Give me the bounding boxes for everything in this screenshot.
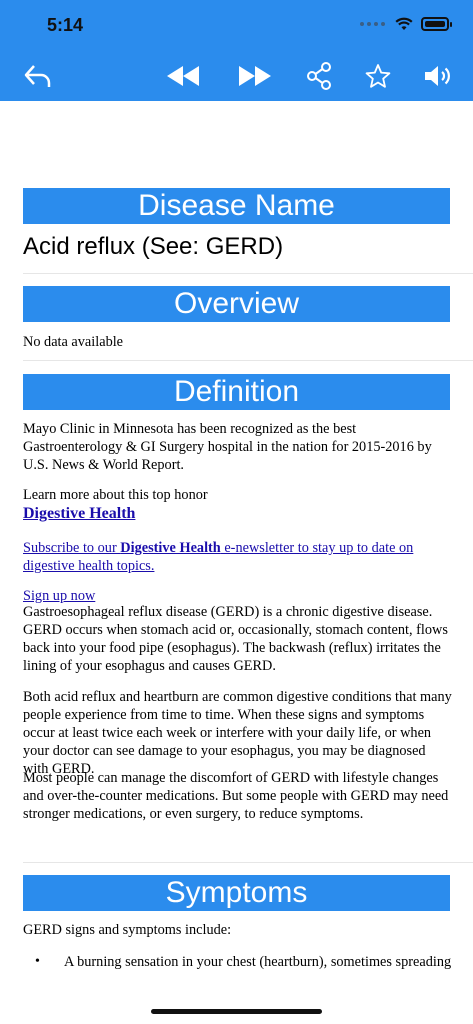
divider: [23, 273, 473, 274]
back-arrow-icon: [24, 65, 51, 87]
share-button[interactable]: [303, 58, 335, 94]
section-header-overview: Overview: [23, 286, 450, 322]
volume-button[interactable]: [422, 58, 454, 94]
top-bar: 5:14: [0, 0, 473, 101]
symptoms-intro: GERD signs and symptoms include:: [23, 922, 232, 938]
definition-paragraph-2: Learn more about this top honor: [23, 487, 208, 503]
fast-forward-button[interactable]: [236, 58, 274, 94]
favorite-button[interactable]: [363, 58, 393, 94]
overview-text: No data available: [23, 334, 124, 350]
definition-paragraph-5: Most people can manage the discomfort of…: [23, 770, 449, 822]
digestive-health-link[interactable]: Digestive Health: [23, 505, 453, 523]
definition-paragraph-3: Gastroesophageal reflux disease (GERD) i…: [23, 604, 448, 674]
home-indicator: [151, 1009, 322, 1014]
volume-icon: [425, 66, 450, 86]
subscribe-link[interactable]: Subscribe to our Digestive Health e-news…: [23, 539, 453, 575]
back-button[interactable]: [22, 58, 54, 94]
status-time: 5:14: [47, 15, 84, 35]
symptom-item: A burning sensation in your chest (heart…: [64, 954, 452, 975]
signal-icon: [360, 22, 385, 26]
share-icon: [307, 62, 331, 90]
bullet-marker: •: [35, 954, 40, 969]
fast-forward-icon: [239, 66, 271, 86]
section-header-disease-name: Disease Name: [23, 188, 450, 224]
status-icons: [360, 17, 452, 31]
star-icon: [365, 64, 391, 88]
disease-name-value: Acid reflux (See: GERD): [23, 233, 284, 260]
rewind-icon: [167, 66, 199, 86]
section-header-definition: Definition: [23, 374, 450, 410]
subscribe-bold-text: Digestive Health: [120, 540, 221, 556]
divider: [23, 360, 473, 361]
section-header-symptoms: Symptoms: [23, 875, 450, 911]
definition-paragraph-1: Mayo Clinic in Minnesota has been recogn…: [23, 421, 432, 473]
subscribe-pre-text: Subscribe to our: [23, 540, 121, 556]
battery-icon: [421, 17, 452, 31]
rewind-button[interactable]: [164, 58, 202, 94]
definition-paragraph-4: Both acid reflux and heartburn are commo…: [23, 689, 452, 777]
divider: [23, 862, 473, 863]
wifi-icon: [395, 17, 413, 30]
